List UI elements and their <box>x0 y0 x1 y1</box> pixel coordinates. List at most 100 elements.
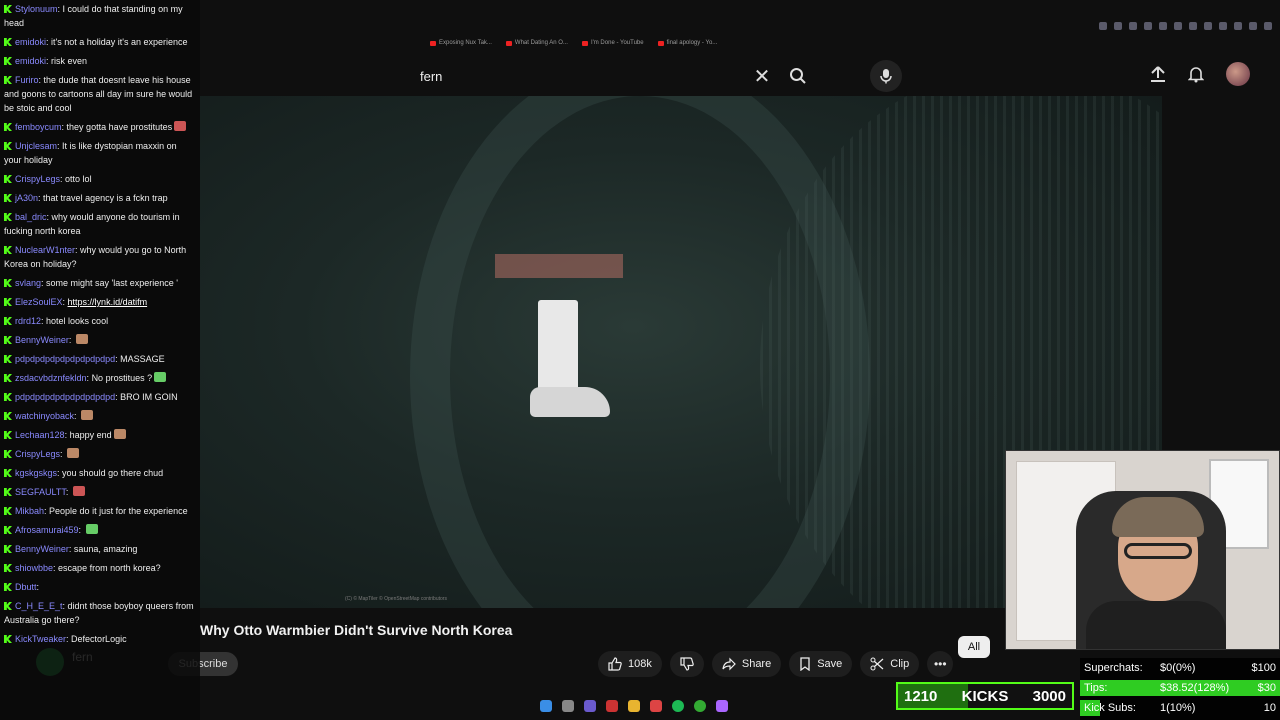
account-avatar[interactable] <box>1226 62 1250 86</box>
browser-icon[interactable] <box>650 700 662 712</box>
search-input[interactable]: fern <box>408 69 746 84</box>
chat-username[interactable]: pdpdpdpdpdpdpdpdpdpd <box>15 354 115 364</box>
chat-username[interactable]: zsdacvbdznfekldn <box>15 373 87 383</box>
chat-message: Afrosamurai459: <box>4 523 196 537</box>
kick-badge-icon <box>4 57 12 65</box>
chat-username[interactable]: ElezSoulEX <box>15 297 63 307</box>
chat-username[interactable]: Mikbah <box>15 506 44 516</box>
chat-text: BRO IM GOIN <box>120 392 178 402</box>
app-icon[interactable] <box>606 700 618 712</box>
chat-username[interactable]: CrispyLegs <box>15 449 60 459</box>
chat-link[interactable]: https://lynk.id/datifm <box>68 297 148 307</box>
youtube-icon <box>505 40 512 46</box>
chat-username[interactable]: emidoki <box>15 56 46 66</box>
chat-username[interactable]: Furiro <box>15 75 39 85</box>
chat-text: they gotta have prostitutes <box>66 122 173 132</box>
extension-icon[interactable] <box>1174 22 1182 30</box>
extension-icons <box>1099 22 1272 30</box>
chat-text: sauna, amazing <box>73 544 138 554</box>
share-button[interactable]: Share <box>711 651 782 677</box>
bookmarks-bar: Exposing Nux Tak... What Dating An O... … <box>430 40 717 46</box>
chat-username[interactable]: Afrosamurai459 <box>15 525 79 535</box>
chat-username[interactable]: KickTweaker <box>15 634 66 644</box>
extension-icon[interactable] <box>1189 22 1197 30</box>
kick-badge-icon <box>4 279 12 287</box>
app-icon[interactable] <box>584 700 596 712</box>
kicks-target: 3000 <box>1032 687 1066 705</box>
chat-username[interactable]: Unjclesam <box>15 141 57 151</box>
windows-start-icon[interactable] <box>540 700 552 712</box>
extension-icon[interactable] <box>1219 22 1227 30</box>
chat-username[interactable]: Lechaan128 <box>15 430 65 440</box>
extension-icon[interactable] <box>1159 22 1167 30</box>
chat-text: DefectorLogic <box>71 634 127 644</box>
chat-username[interactable]: emidoki <box>15 37 46 47</box>
chat-username[interactable]: CrispyLegs <box>15 174 60 184</box>
chat-username[interactable]: BennyWeiner <box>15 544 69 554</box>
emote-icon <box>113 429 126 439</box>
filter-chip-all[interactable]: All <box>958 636 990 658</box>
chat-username[interactable]: watchinyoback <box>15 411 74 421</box>
upload-icon[interactable] <box>1150 65 1166 83</box>
more-actions-button[interactable]: ••• <box>927 651 954 677</box>
folder-icon[interactable] <box>628 700 640 712</box>
chat-username[interactable]: Dbutt <box>15 582 37 592</box>
chat-username[interactable]: NuclearW1nter <box>15 245 75 255</box>
chat-username[interactable]: jA30n <box>15 193 38 203</box>
kick-badge-icon <box>4 374 12 382</box>
chat-username[interactable]: bal_dric <box>15 212 47 222</box>
chat-username[interactable]: rdrd12 <box>15 316 41 326</box>
chat-username[interactable]: BennyWeiner <box>15 335 69 345</box>
map-credit: (C) © MapTiler © OpenStreetMap contribut… <box>345 596 447 602</box>
chat-username[interactable]: C_H_E_E_t <box>15 601 63 611</box>
dislike-button[interactable] <box>669 651 704 677</box>
app-icon[interactable] <box>716 700 728 712</box>
goal-row: Tips: $38.52(128%) $30 <box>1080 678 1280 698</box>
extension-icon[interactable] <box>1114 22 1122 30</box>
extension-icon[interactable] <box>1099 22 1107 30</box>
clear-search-icon[interactable]: ✕ <box>746 60 778 92</box>
search-bar: fern ✕ <box>408 60 818 92</box>
like-button[interactable]: 108k <box>598 651 662 677</box>
extension-icon[interactable] <box>1264 22 1272 30</box>
extension-icon[interactable] <box>1144 22 1152 30</box>
emote-icon <box>174 121 187 131</box>
kick-badge-icon <box>4 469 12 477</box>
bookmark-item[interactable]: What Dating An O... <box>505 40 568 46</box>
bookmark-item[interactable]: final apology - Yo... <box>657 40 717 46</box>
clip-button[interactable]: Clip <box>860 651 920 677</box>
extension-icon[interactable] <box>1249 22 1257 30</box>
voice-search-button[interactable] <box>870 60 902 92</box>
xbox-icon[interactable] <box>694 700 706 712</box>
kick-badge-icon <box>4 583 12 591</box>
chat-username[interactable]: shiowbbe <box>15 563 53 573</box>
save-button[interactable]: Save <box>789 651 853 677</box>
bookmark-item[interactable]: Exposing Nux Tak... <box>430 40 492 46</box>
youtube-icon <box>430 40 436 46</box>
chat-message: ElezSoulEX: https://lynk.id/datifm <box>4 295 196 309</box>
chat-username[interactable]: Stylonuum <box>15 4 58 14</box>
chat-overlay: Stylonuum: I could do that standing on m… <box>0 0 200 720</box>
chat-message: CrispyLegs: <box>4 447 196 461</box>
chat-username[interactable]: svlang <box>15 278 41 288</box>
extension-icon[interactable] <box>1234 22 1242 30</box>
search-button[interactable] <box>778 60 818 92</box>
kick-badge-icon <box>4 507 12 515</box>
chat-username[interactable]: SEGFAULTT <box>15 487 66 497</box>
kick-badge-icon <box>4 450 12 458</box>
emote-icon <box>85 524 98 534</box>
bookmark-item[interactable]: I'm Done - YouTube <box>581 40 644 46</box>
search-icon[interactable] <box>562 700 574 712</box>
chat-message: shiowbbe: escape from north korea? <box>4 561 196 575</box>
chat-username[interactable]: femboycum <box>15 122 62 132</box>
notifications-bell-icon[interactable] <box>1188 65 1204 83</box>
share-icon <box>722 657 736 671</box>
extension-icon[interactable] <box>1129 22 1137 30</box>
kicks-label: KICKS <box>961 687 1009 705</box>
spotify-icon[interactable] <box>672 700 684 712</box>
chat-username[interactable]: kgskgskgs <box>15 468 57 478</box>
goal-row: Kick Subs: 1(10%) 10 <box>1080 698 1280 718</box>
extension-icon[interactable] <box>1204 22 1212 30</box>
chat-username[interactable]: pdpdpdpdpdpdpdpdpdpd <box>15 392 115 402</box>
kick-badge-icon <box>4 355 12 363</box>
